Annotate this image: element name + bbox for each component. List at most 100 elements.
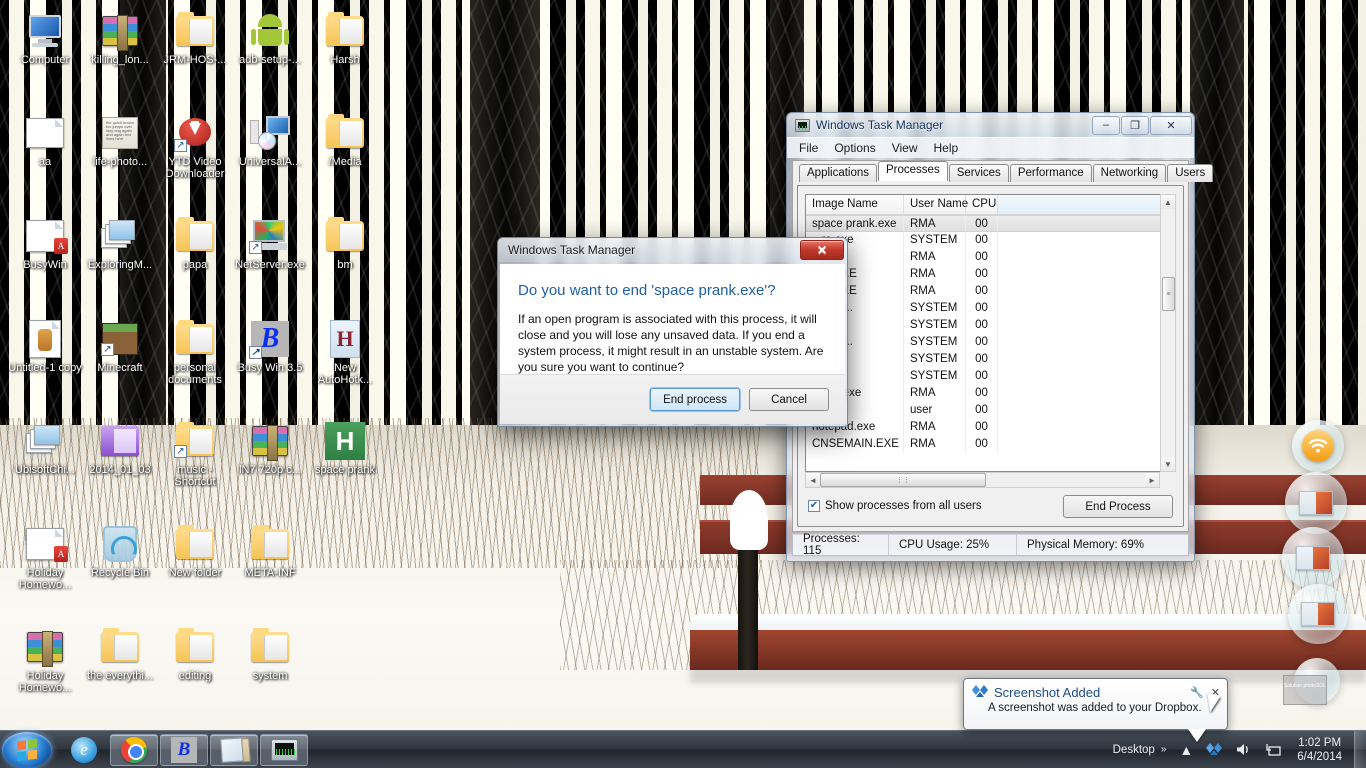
tray-desktop-label[interactable]: Desktop bbox=[1113, 744, 1155, 756]
speaker-icon[interactable] bbox=[1235, 742, 1252, 757]
table-row[interactable]: CNSEMAIN.EXE RMA 00 bbox=[806, 436, 1175, 453]
desktop-icon-bm[interactable]: bm bbox=[308, 215, 382, 271]
desktop-icon-the-everythi[interactable]: the everythi... bbox=[83, 626, 157, 682]
table-row[interactable]: ...terH...SYSTEM00 bbox=[806, 334, 1175, 351]
start-button[interactable] bbox=[2, 731, 52, 768]
taskbar-task-manager[interactable] bbox=[260, 733, 308, 766]
dialog-titlebar[interactable]: Windows Task Manager ✕ bbox=[498, 238, 847, 262]
scroll-up-icon[interactable]: ▲ bbox=[1161, 195, 1175, 209]
desktop-icon-recycle-bin[interactable]: Recycle Bin bbox=[83, 523, 157, 579]
scroll-right-icon[interactable]: ► bbox=[1145, 473, 1159, 487]
process-list-header[interactable]: Image Name User Name CPU bbox=[806, 195, 1175, 215]
desktop-icon-untitled-1-copy[interactable]: Untitled-1 copy bbox=[8, 318, 82, 374]
photo-bubble-gadget-1[interactable] bbox=[1285, 472, 1347, 534]
taskbar-notepad[interactable] bbox=[210, 733, 258, 766]
task-manager-tabs[interactable]: Applications Processes Services Performance… bbox=[793, 161, 1214, 182]
table-row[interactable]: ...G.EXERMA00 bbox=[806, 283, 1175, 300]
desktop-icon-2014-01-03[interactable]: 2014_01_03 bbox=[83, 420, 157, 476]
desktop-icon-computer[interactable]: Computer bbox=[8, 10, 82, 66]
photo-bubble-gadget-2[interactable] bbox=[1282, 527, 1344, 589]
desktop-icon-papa[interactable]: papa bbox=[158, 215, 232, 271]
process-list-horizontal-scrollbar[interactable]: ◄ ⋮⋮ ► bbox=[805, 472, 1160, 488]
desktop-icon-ytd-video-downloader[interactable]: YTD Video Downloader bbox=[158, 112, 232, 180]
tab-networking[interactable]: Networking bbox=[1092, 164, 1167, 182]
table-row[interactable]: ...ock.exeRMA00 bbox=[806, 385, 1175, 402]
tab-performance[interactable]: Performance bbox=[1009, 164, 1092, 182]
desktop-icon-busywin[interactable]: A BusyWin bbox=[8, 215, 82, 271]
taskbar-internet-explorer[interactable]: e bbox=[60, 734, 108, 766]
process-list[interactable]: Image Name User Name CPU space prank.exe… bbox=[805, 194, 1176, 472]
desktop-icon-busy-win-3-5[interactable]: B Busy Win 3.5 bbox=[233, 318, 307, 374]
desktop-icon-music-shortcut[interactable]: music - Shortcut bbox=[158, 420, 232, 488]
desktop-icon-personal-documents[interactable]: personal documents bbox=[158, 318, 232, 386]
clock[interactable]: 1:02 PM 6/4/2014 bbox=[1287, 736, 1352, 764]
horizontal-scroll-thumb[interactable]: ⋮⋮ bbox=[820, 473, 986, 487]
menu-options[interactable]: Options bbox=[834, 141, 875, 155]
system-tray[interactable]: Desktop » ▲ 1:02 PM 6/4/2014 bbox=[1113, 730, 1366, 768]
dropbox-icon[interactable] bbox=[1205, 741, 1223, 759]
table-row[interactable]: ...otoc...SYSTEM00 bbox=[806, 300, 1175, 317]
taskbar-busywin[interactable]: B bbox=[160, 733, 208, 766]
wrench-icon[interactable]: 🔧 bbox=[1190, 686, 1204, 699]
taskbar[interactable]: eB Desktop » ▲ 1:02 PM 6/4/2014 bbox=[0, 730, 1366, 768]
desktop-icon-system[interactable]: system bbox=[233, 626, 307, 682]
desktop-icon-media[interactable]: /Media bbox=[308, 112, 382, 168]
table-row[interactable]: ...exeSYSTEM00 bbox=[806, 317, 1175, 334]
photo-bubble-gadget-3[interactable] bbox=[1288, 584, 1348, 644]
minimize-button[interactable]: – bbox=[1092, 115, 1120, 135]
tab-processes[interactable]: Processes bbox=[878, 161, 948, 181]
cancel-button[interactable]: Cancel bbox=[749, 388, 829, 411]
desktop-icon-jrm-hos[interactable]: JRM-HOS-... bbox=[158, 10, 232, 66]
desktop-icon-new-autohotk[interactable]: H New AutoHotk... bbox=[308, 318, 382, 386]
maximize-button[interactable]: ❐ bbox=[1121, 115, 1149, 135]
desktop-icon-holiday-homewo[interactable]: Holiday Homewo... bbox=[8, 626, 82, 694]
taskbar-google-chrome[interactable] bbox=[110, 733, 158, 766]
tray-overflow-label[interactable]: » bbox=[1161, 744, 1167, 755]
table-row[interactable]: space prank.exe RMA 00 bbox=[806, 215, 1175, 232]
desktop-icon-meta-inf[interactable]: META-INF bbox=[233, 523, 307, 579]
table-row[interactable]: user 00 bbox=[806, 402, 1175, 419]
close-button[interactable]: ✕ bbox=[1150, 115, 1192, 135]
dropbox-notification-toast[interactable]: Screenshot Added 🔧 ✕ A screenshot was ad… bbox=[963, 678, 1228, 730]
desktop-icon-new-folder[interactable]: New folder bbox=[158, 523, 232, 579]
end-process-confirm-button[interactable]: End process bbox=[650, 388, 740, 411]
desktop-icon-ubisoftchi[interactable]: UbisoftChi... bbox=[8, 420, 82, 476]
taskbar-items[interactable]: eB bbox=[60, 733, 308, 766]
scroll-down-icon[interactable]: ▼ bbox=[1161, 457, 1175, 471]
process-rows[interactable]: space prank.exeRMA00...re.exeSYSTEM00...… bbox=[806, 215, 1175, 471]
column-header-image-name[interactable]: Image Name bbox=[806, 195, 904, 214]
menu-view[interactable]: View bbox=[892, 141, 918, 155]
scroll-left-icon[interactable]: ◄ bbox=[806, 473, 820, 487]
end-process-button[interactable]: End Process bbox=[1063, 495, 1173, 518]
menu-help[interactable]: Help bbox=[934, 141, 959, 155]
desktop-icon-harsh[interactable]: Harsh bbox=[308, 10, 382, 66]
desktop-icon-space-prank[interactable]: Hspace prank bbox=[308, 420, 382, 476]
desktop-icon-universala[interactable]: UniversalA... bbox=[233, 112, 307, 168]
table-row[interactable]: ...IT.EXERMA00 bbox=[806, 266, 1175, 283]
desktop[interactable]: Computer killing_lon... JRM-HOS-... adb-set… bbox=[0, 0, 1366, 768]
table-row[interactable]: ...exeSYSTEM00 bbox=[806, 351, 1175, 368]
end-process-confirmation-dialog[interactable]: Windows Task Manager ✕ Do you want to en… bbox=[497, 237, 848, 427]
desktop-icon-minecraft[interactable]: Minecraft bbox=[83, 318, 157, 374]
desktop-icon-life-photo[interactable]: the quick brown fox jumps over lazy dog … bbox=[83, 112, 157, 168]
desktop-icon-ln7-720p-c[interactable]: lN7 720p c... bbox=[233, 420, 307, 476]
table-row[interactable]: ...re.exeSYSTEM00 bbox=[806, 232, 1175, 249]
dialog-close-button[interactable]: ✕ bbox=[800, 240, 844, 260]
desktop-icon-aa[interactable]: aa bbox=[8, 112, 82, 168]
process-list-vertical-scrollbar[interactable]: ▲ ≡ ▼ bbox=[1160, 194, 1176, 472]
tab-services[interactable]: Services bbox=[948, 164, 1009, 182]
checkbox-icon[interactable] bbox=[808, 500, 820, 512]
show-desktop-button[interactable] bbox=[1354, 730, 1366, 768]
tab-users[interactable]: Users bbox=[1167, 164, 1214, 182]
column-header-user-name[interactable]: User Name bbox=[904, 195, 968, 214]
desktop-icon-killing-lon[interactable]: killing_lon... bbox=[83, 10, 157, 66]
column-header-cpu[interactable]: CPU bbox=[966, 195, 998, 214]
desktop-icon-netserver-exe[interactable]: NetServer.exe bbox=[233, 215, 307, 271]
show-all-users-checkbox[interactable]: Show processes from all users bbox=[808, 500, 982, 512]
desktop-icon-holiday-homewo[interactable]: A Holiday Homewo... bbox=[8, 523, 82, 591]
network-icon[interactable] bbox=[1264, 742, 1281, 757]
vertical-scroll-thumb[interactable]: ≡ bbox=[1162, 277, 1175, 311]
tab-applications[interactable]: Applications bbox=[799, 164, 878, 182]
desktop-icon-exploringm[interactable]: ExploringM... bbox=[83, 215, 157, 271]
column-header-blank[interactable] bbox=[998, 195, 1175, 214]
